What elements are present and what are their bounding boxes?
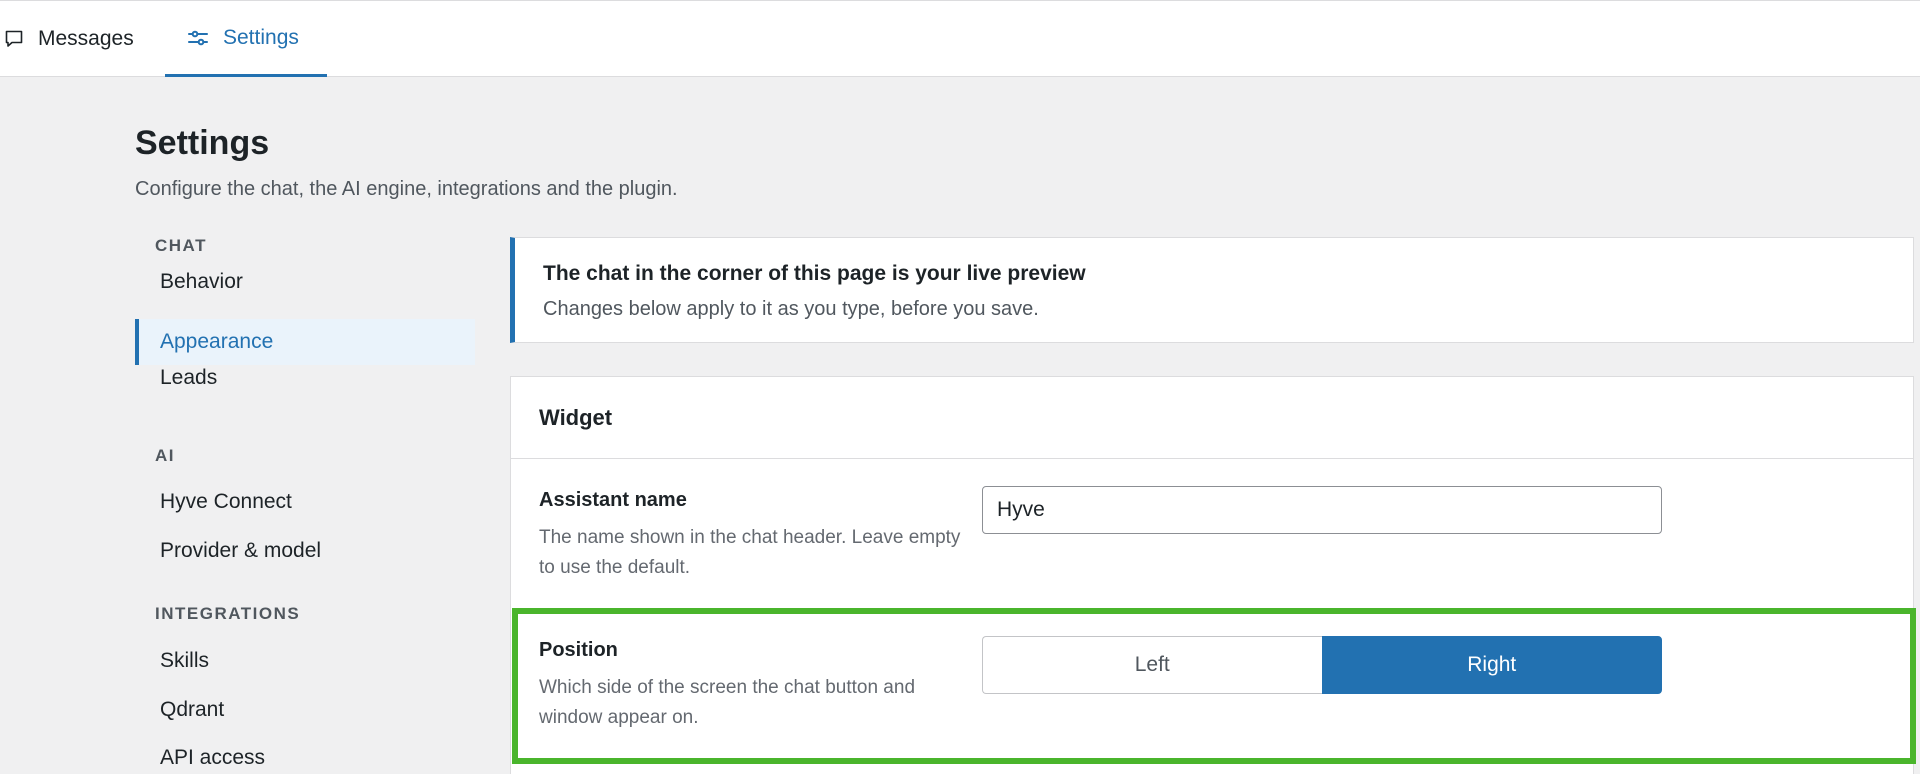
nav-item-skills[interactable]: Skills [135, 638, 475, 684]
live-preview-notice: The chat in the corner of this page is y… [510, 237, 1914, 343]
assistant-name-description: The name shown in the chat header. Leave… [539, 527, 961, 578]
assistant-name-label: Assistant name [539, 489, 687, 511]
nav-item-hyve-connect[interactable]: Hyve Connect [135, 479, 475, 525]
position-right-option[interactable]: Right [1321, 636, 1662, 694]
nav-item-qdrant[interactable]: Qdrant [135, 687, 475, 733]
nav-item-provider-model[interactable]: Provider & model [135, 528, 475, 574]
position-description: Which side of the screen the chat button… [539, 677, 916, 728]
widget-card: Widget Assistant name The name shown in … [510, 376, 1914, 774]
nav-item-leads[interactable]: Leads [135, 355, 475, 401]
tab-settings-label: Settings [223, 25, 299, 49]
nav-group-chat: CHAT [155, 236, 207, 255]
sliders-icon [187, 28, 209, 48]
tab-messages[interactable]: Messages [4, 1, 134, 77]
position-left-option[interactable]: Left [982, 636, 1322, 694]
page-subtitle: Configure the chat, the AI engine, integ… [135, 178, 678, 200]
nav-item-behavior[interactable]: Behavior [135, 259, 475, 305]
page-title: Settings [135, 124, 270, 162]
nav-item-api-access[interactable]: API access [135, 735, 475, 774]
top-tab-bar: Messages Settings [0, 0, 1920, 77]
tab-messages-label: Messages [38, 27, 134, 50]
notice-text: Changes below apply to it as you type, b… [543, 298, 1039, 320]
position-toggle: Left Right [982, 636, 1662, 694]
widget-card-title: Widget [511, 377, 1913, 459]
nav-group-integrations: INTEGRATIONS [155, 604, 301, 623]
position-label: Position [539, 639, 618, 661]
notice-title: The chat in the corner of this page is y… [543, 262, 1086, 285]
speech-bubble-icon [4, 29, 24, 49]
nav-group-ai: AI [155, 446, 175, 465]
tab-settings[interactable]: Settings [165, 1, 327, 77]
assistant-name-input[interactable] [982, 486, 1662, 534]
